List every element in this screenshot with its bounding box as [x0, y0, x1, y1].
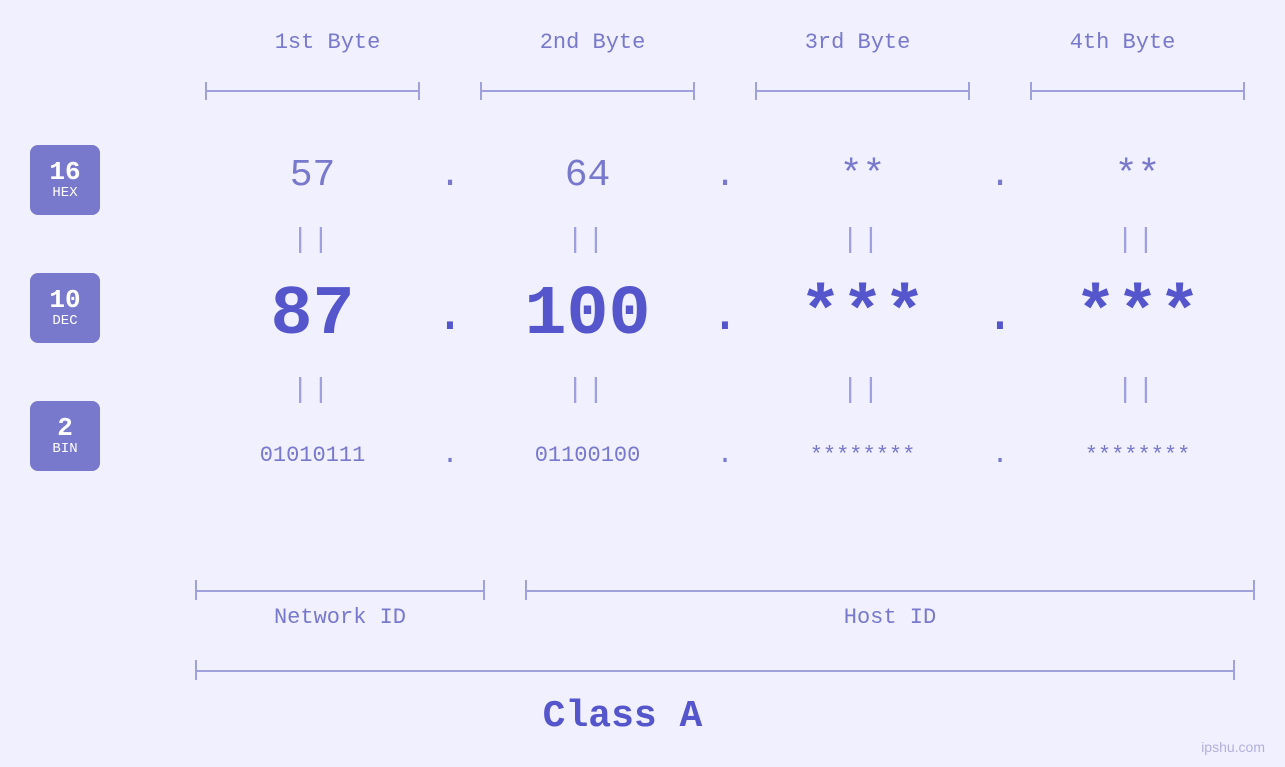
dec-b1: 87 [195, 276, 430, 355]
byte1-bracket [205, 80, 420, 100]
eq1-b3: || [745, 225, 980, 256]
dec-name: DEC [52, 313, 77, 330]
class-label: Class A [0, 695, 1245, 738]
dec-number: 10 [49, 287, 80, 313]
hex-name: HEX [52, 185, 77, 202]
dec-dot3: . [980, 286, 1020, 345]
class-bracket [195, 660, 1235, 680]
byte2-header: 2nd Byte [460, 30, 725, 55]
data-rows: 57 . 64 . ** . ** || || || || 87 . 100 .… [195, 130, 1255, 500]
network-id-label: Network ID [195, 605, 485, 630]
bin-label: 2 BIN [30, 401, 100, 471]
host-bracket [525, 580, 1255, 600]
watermark: ipshu.com [1201, 739, 1265, 755]
byte1-header: 1st Byte [195, 30, 460, 55]
eq2-b3: || [745, 375, 980, 406]
bin-b3: ******** [745, 443, 980, 468]
main-container: 1st Byte 2nd Byte 3rd Byte 4th Byte 16 H… [0, 0, 1285, 767]
hex-label: 16 HEX [30, 145, 100, 215]
eq2-b2: || [470, 375, 705, 406]
eq1-b4: || [1020, 225, 1255, 256]
bin-dot3: . [980, 440, 1020, 471]
byte3-header: 3rd Byte [725, 30, 990, 55]
byte4-bracket [1030, 80, 1245, 100]
eq2-b1: || [195, 375, 430, 406]
bin-dot1: . [430, 440, 470, 471]
dec-b3: *** [745, 276, 980, 355]
eq-row-1: || || || || [195, 220, 1255, 260]
eq2-b4: || [1020, 375, 1255, 406]
dec-row: 87 . 100 . *** . *** [195, 260, 1255, 370]
dec-label: 10 DEC [30, 273, 100, 343]
dec-b4: *** [1020, 276, 1255, 355]
hex-dot3: . [980, 155, 1020, 196]
byte-headers: 1st Byte 2nd Byte 3rd Byte 4th Byte [195, 30, 1255, 55]
bin-row: 01010111 . 01100100 . ******** . *******… [195, 410, 1255, 500]
byte3-bracket [755, 80, 970, 100]
hex-dot1: . [430, 155, 470, 196]
bin-number: 2 [57, 415, 73, 441]
base-labels: 16 HEX 10 DEC 2 BIN [30, 145, 100, 471]
hex-b1: 57 [195, 154, 430, 197]
hex-dot2: . [705, 155, 745, 196]
eq1-b1: || [195, 225, 430, 256]
hex-b3: ** [745, 154, 980, 197]
top-bracket-row [195, 80, 1255, 100]
hex-row: 57 . 64 . ** . ** [195, 130, 1255, 220]
bin-b1: 01010111 [195, 443, 430, 468]
dec-dot2: . [705, 286, 745, 345]
eq1-b2: || [470, 225, 705, 256]
hex-b2: 64 [470, 154, 705, 197]
byte4-header: 4th Byte [990, 30, 1255, 55]
dec-b2: 100 [470, 276, 705, 355]
bin-name: BIN [52, 441, 77, 458]
dec-dot1: . [430, 286, 470, 345]
byte2-bracket [480, 80, 695, 100]
bin-dot2: . [705, 440, 745, 471]
eq-row-2: || || || || [195, 370, 1255, 410]
bin-b2: 01100100 [470, 443, 705, 468]
hex-number: 16 [49, 159, 80, 185]
bin-b4: ******** [1020, 443, 1255, 468]
host-id-label: Host ID [525, 605, 1255, 630]
network-bracket [195, 580, 485, 600]
hex-b4: ** [1020, 154, 1255, 197]
